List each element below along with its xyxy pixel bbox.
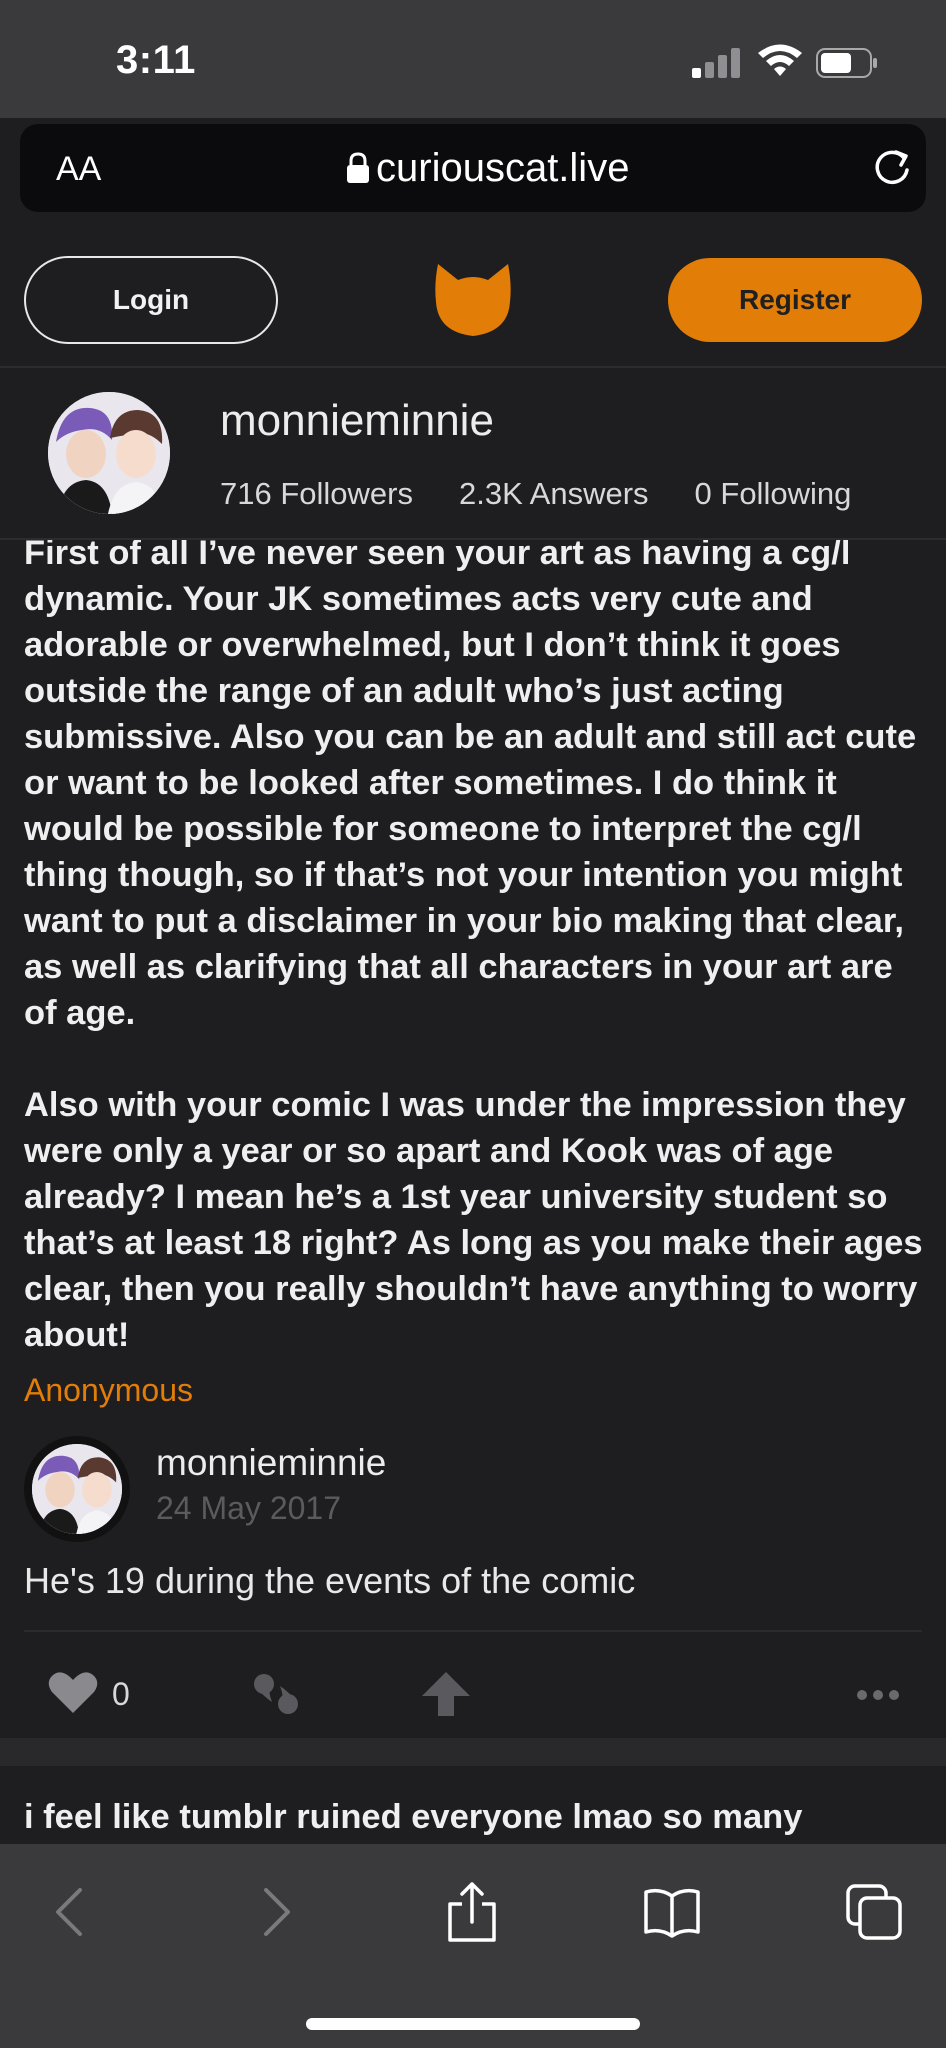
share-icon[interactable] bbox=[442, 1882, 502, 1942]
answer-avatar[interactable] bbox=[24, 1436, 130, 1542]
lock-icon bbox=[347, 152, 369, 183]
question-text: First of all I’ve never seen your art as… bbox=[24, 534, 923, 1354]
bookmarks-icon[interactable] bbox=[642, 1882, 702, 1942]
profile-card: monnieminnie 716 Followers 2.3K Answers … bbox=[0, 368, 946, 540]
forward-icon[interactable] bbox=[244, 1882, 304, 1942]
home-indicator[interactable] bbox=[306, 2018, 640, 2030]
quote-icon[interactable] bbox=[250, 1672, 302, 1716]
answer-text: He's 19 during the events of the comic bbox=[24, 1560, 636, 1601]
browser-toolbar bbox=[0, 1844, 946, 2048]
following-count[interactable]: 0 Following bbox=[695, 476, 852, 512]
profile-stats: 716 Followers 2.3K Answers 0 Following bbox=[220, 476, 851, 512]
post-actions: 0 bbox=[0, 1640, 946, 1738]
back-icon[interactable] bbox=[42, 1882, 102, 1942]
profile-username: monnieminnie bbox=[220, 396, 494, 445]
register-button[interactable]: Register bbox=[668, 258, 922, 342]
address-bar[interactable]: AA curiouscat.live bbox=[20, 124, 926, 212]
profile-avatar[interactable] bbox=[48, 392, 170, 514]
battery-icon bbox=[816, 48, 877, 78]
status-bar: 3:11 bbox=[0, 0, 946, 118]
answer-username[interactable]: monnieminnie bbox=[156, 1442, 386, 1484]
cat-logo-icon[interactable] bbox=[434, 262, 512, 338]
tabs-icon[interactable] bbox=[844, 1882, 904, 1942]
section-separator bbox=[0, 1738, 946, 1766]
url-text[interactable]: curiouscat.live bbox=[376, 146, 629, 191]
answer-date: 24 May 2017 bbox=[156, 1490, 342, 1526]
followers-count[interactable]: 716 Followers bbox=[220, 476, 413, 512]
asker-name: Anonymous bbox=[24, 1372, 193, 1408]
login-button[interactable]: Login bbox=[24, 256, 278, 344]
status-time: 3:11 bbox=[116, 38, 196, 82]
answers-count[interactable]: 2.3K Answers bbox=[459, 476, 649, 512]
like-count: 0 bbox=[112, 1676, 130, 1712]
reader-options-button[interactable]: AA bbox=[56, 150, 101, 189]
divider bbox=[24, 1630, 922, 1632]
site-header: Login Register bbox=[0, 236, 946, 368]
cellular-signal-icon bbox=[692, 48, 742, 78]
share-arrow-icon[interactable] bbox=[420, 1670, 472, 1718]
reload-icon[interactable] bbox=[870, 146, 914, 190]
wifi-icon bbox=[758, 44, 802, 76]
heart-icon[interactable] bbox=[48, 1670, 98, 1714]
more-options-icon[interactable] bbox=[856, 1688, 900, 1702]
next-question-text: i feel like tumblr ruined everyone lmao … bbox=[24, 1798, 803, 1836]
